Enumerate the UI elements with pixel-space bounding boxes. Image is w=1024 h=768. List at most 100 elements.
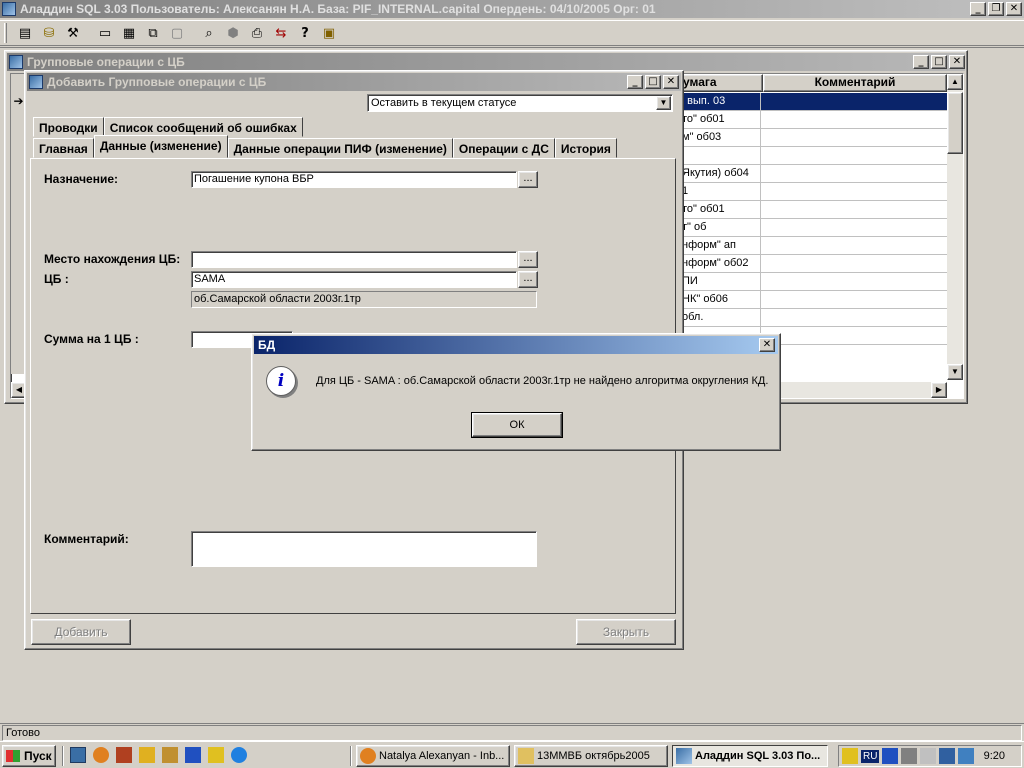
tab-history[interactable]: История [554, 138, 617, 158]
add-button[interactable]: Добавить [31, 619, 131, 645]
purpose-browse-button[interactable]: ... [518, 171, 538, 188]
table-row[interactable]: НК" об06 [679, 291, 947, 309]
scroll-right-button[interactable]: ▶ [931, 382, 947, 398]
tab-pif-data[interactable]: Данные операции ПИФ (изменение) [227, 138, 453, 158]
status-text: Готово [6, 727, 40, 739]
window-icon[interactable]: ▭ [94, 23, 116, 43]
scroll-thumb[interactable] [947, 92, 963, 154]
status-select-value: Оставить в текущем статусе [371, 97, 517, 109]
purpose-field[interactable]: Погашение купона ВБР [191, 171, 517, 188]
tab-main[interactable]: Главная [33, 138, 94, 158]
document-icon[interactable]: ▤ [14, 23, 36, 43]
add-ops-title-bar: Добавить Групповые операции с ЦБ [27, 73, 681, 91]
start-button[interactable]: Пуск [2, 745, 56, 767]
cascade-icon[interactable]: ⧉ [142, 23, 164, 43]
location-browse-button[interactable]: ... [518, 251, 538, 268]
media-icon[interactable] [185, 747, 201, 763]
table-row[interactable]: нформ" ап [679, 237, 947, 255]
desktop-icon[interactable] [70, 747, 86, 763]
table-row[interactable] [679, 147, 947, 165]
exchange-icon[interactable]: ⇆ [270, 23, 292, 43]
ok-button[interactable]: ОК [471, 412, 563, 438]
tile-icon[interactable]: ▦ [118, 23, 140, 43]
group-ops-close-button[interactable]: ✕ [949, 55, 965, 69]
tab-error-list[interactable]: Список сообщений об ошибках [103, 117, 303, 137]
scroll-up-button[interactable]: ▲ [947, 74, 963, 90]
monitor-icon[interactable] [958, 748, 975, 764]
home-icon[interactable] [208, 747, 224, 763]
app-title-bar: Аладдин SQL 3.03 Пользователь: Алексанян… [0, 0, 1024, 18]
windows-logo-icon [6, 750, 20, 762]
grid-rows: ' вып. 03 то" об01 м" об03 Якутия) об04 … [679, 93, 947, 345]
tools-icon[interactable]: ⚒ [62, 23, 84, 43]
table-row[interactable]: м" об03 [679, 129, 947, 147]
cb-browse-button[interactable]: ... [518, 271, 538, 288]
window-icon-small [9, 55, 23, 69]
language-indicator[interactable]: RU [861, 749, 880, 763]
column-header-security[interactable]: умага [679, 74, 763, 92]
tab-postings[interactable]: Проводки [33, 117, 104, 137]
firefox-icon[interactable] [93, 747, 109, 763]
app-close-button[interactable]: ✕ [1006, 2, 1022, 16]
table-row[interactable]: ' вып. 03 [679, 93, 947, 111]
comment-field[interactable] [191, 531, 537, 567]
shield-icon[interactable] [939, 748, 956, 764]
help-icon[interactable]: ? [294, 23, 316, 43]
info-icon: i [266, 366, 296, 396]
group-ops-minimize-button[interactable]: _ [913, 55, 929, 69]
database-icon[interactable]: ⛁ [38, 23, 60, 43]
start-label: Пуск [24, 749, 52, 763]
task-outlook[interactable]: Natalya Alexanyan - Inb... [356, 745, 510, 767]
printer-icon[interactable] [901, 748, 918, 764]
scroll-down-button[interactable]: ▼ [947, 364, 963, 380]
pencil-icon[interactable] [139, 747, 155, 763]
add-ops-close-button[interactable]: ✕ [663, 75, 679, 89]
cb-field[interactable]: SAMA [191, 271, 517, 288]
message-box-title: БД [258, 338, 276, 352]
location-label: Место нахождения ЦБ: [44, 252, 181, 266]
search-folder-icon [518, 748, 534, 764]
firefox-icon [360, 748, 376, 764]
comment-label: Комментарий: [44, 532, 129, 546]
app-minimize-button[interactable]: _ [970, 2, 986, 16]
add-ops-minimize-button[interactable]: _ [627, 75, 643, 89]
task-aladdin[interactable]: Аладдин SQL 3.03 По... [672, 745, 828, 767]
app-restore-button[interactable]: ❐ [988, 2, 1004, 16]
app-launcher-icon[interactable] [116, 747, 132, 763]
tool-icon[interactable] [162, 747, 178, 763]
print-icon[interactable]: ⎙ [246, 23, 268, 43]
system-tray: RU 9:20 [838, 745, 1022, 767]
group-ops-maximize-button[interactable]: □ [931, 55, 947, 69]
volume-icon[interactable] [920, 748, 937, 764]
message-box-close-button[interactable]: ✕ [759, 338, 775, 352]
close-button[interactable]: Закрыть [576, 619, 676, 645]
table-row[interactable]: т" об [679, 219, 947, 237]
column-header-comment[interactable]: Комментарий [763, 74, 947, 92]
ie-icon[interactable] [231, 747, 247, 763]
tab-cash-ops[interactable]: Операции с ДС [452, 138, 555, 158]
status-select[interactable]: Оставить в текущем статусе ▼ [367, 94, 673, 112]
add-ops-maximize-button[interactable]: □ [645, 75, 661, 89]
stop-icon[interactable]: ⬢ [222, 23, 244, 43]
table-row[interactable]: ПИ [679, 273, 947, 291]
table-row[interactable]: то" об01 [679, 111, 947, 129]
network-icon[interactable] [842, 748, 858, 764]
table-row[interactable]: нформ" об02 [679, 255, 947, 273]
location-field[interactable] [191, 251, 517, 268]
table-row[interactable]: 1 [679, 183, 947, 201]
grid-vertical-scrollbar[interactable]: ▲ ▼ [947, 74, 963, 380]
toolbar: ▤ ⛁ ⚒ ▭ ▦ ⧉ ▢ ⌕ ⬢ ⎙ ⇆ ? ▣ [0, 20, 1024, 46]
binoculars-icon[interactable]: ⌕ [198, 23, 220, 43]
message-box: БД ✕ i Для ЦБ - SAMA : об.Самарской обла… [251, 333, 781, 451]
chevron-down-icon[interactable]: ▼ [656, 96, 671, 110]
task-explorer[interactable]: 13ММВБ октябрь2005 [514, 745, 668, 767]
app-title: Аладдин SQL 3.03 Пользователь: Алексанян… [20, 2, 656, 16]
table-row[interactable]: обл. [679, 309, 947, 327]
table-row[interactable]: то" об01 [679, 201, 947, 219]
app-icon [2, 2, 16, 16]
tab-data-edit[interactable]: Данные (изменение) [93, 135, 228, 158]
media-player-icon[interactable] [882, 748, 899, 764]
plugin-icon[interactable]: ▣ [318, 23, 340, 43]
minimize-all-icon[interactable]: ▢ [166, 23, 188, 43]
table-row[interactable]: Якутия) об04 [679, 165, 947, 183]
